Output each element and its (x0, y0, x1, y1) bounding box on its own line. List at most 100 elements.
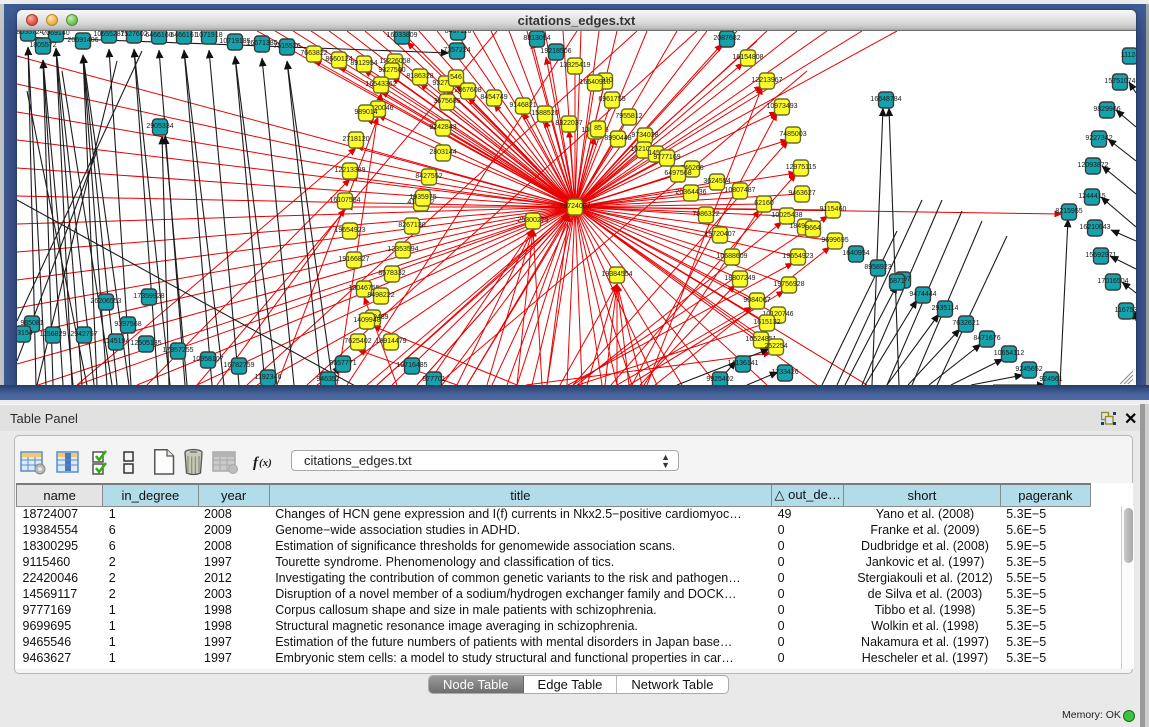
svg-text:1733426: 1733426 (771, 369, 798, 376)
svg-text:16914479: 16914479 (375, 338, 406, 345)
svg-text:1588520: 1588520 (531, 110, 558, 117)
svg-text:1244415: 1244415 (1078, 193, 1105, 200)
svg-text:19654923: 19654923 (334, 227, 365, 234)
svg-text:8912954: 8912954 (350, 60, 377, 67)
svg-text:3575685: 3575685 (433, 98, 460, 105)
svg-text:924561: 924561 (1039, 376, 1062, 383)
svg-text:3624554: 3624554 (703, 178, 730, 185)
svg-text:20691406: 20691406 (67, 37, 98, 44)
svg-text:17359928: 17359928 (133, 293, 164, 300)
svg-text:16033809: 16033809 (386, 32, 417, 39)
svg-text:9664: 9664 (805, 225, 821, 232)
svg-text:1935975: 1935975 (409, 194, 436, 201)
svg-text:9242843: 9242843 (429, 124, 456, 131)
svg-text:8990448: 8990448 (604, 135, 631, 142)
svg-text:7485003: 7485003 (779, 131, 806, 138)
svg-text:252254: 252254 (764, 343, 787, 350)
svg-text:19756928: 19756928 (773, 281, 804, 288)
svg-text:8498222: 8498222 (367, 292, 394, 299)
svg-text:1145194: 1145194 (103, 338, 130, 345)
svg-text:17957255: 17957255 (162, 347, 193, 354)
svg-text:8215955: 8215955 (1055, 208, 1082, 215)
svg-text:15720407: 15720407 (704, 231, 735, 238)
svg-text:16107554: 16107554 (329, 197, 360, 204)
svg-text:9474444: 9474444 (909, 291, 936, 298)
svg-text:85: 85 (594, 125, 602, 132)
svg-text:12353594: 12353594 (387, 246, 418, 253)
svg-text:20364436: 20364436 (675, 189, 706, 196)
svg-text:6961755: 6961755 (598, 96, 625, 103)
svg-text:9829966: 9829966 (1093, 106, 1120, 113)
svg-text:1527602: 1527602 (120, 31, 147, 38)
svg-text:12505135: 12505135 (130, 340, 161, 347)
svg-text:8958923: 8958923 (864, 264, 891, 271)
svg-text:10654112: 10654112 (994, 350, 1025, 357)
svg-text:9463627: 9463627 (788, 190, 815, 197)
svg-text:18055724: 18055724 (17, 31, 44, 36)
svg-text:18724007: 18724007 (559, 203, 590, 210)
svg-text:9084067: 9084067 (743, 297, 770, 304)
svg-text:7625402: 7625402 (344, 338, 371, 345)
svg-text:2935114: 2935114 (932, 305, 959, 312)
svg-text:25300275: 25300275 (517, 217, 548, 224)
svg-text:9245652: 9245652 (1015, 366, 1042, 373)
svg-text:877701: 877701 (422, 376, 445, 383)
svg-text:17016504: 17016504 (1097, 278, 1128, 285)
svg-text:19166827: 19166827 (338, 256, 369, 263)
svg-text:7632621: 7632621 (952, 320, 979, 327)
svg-text:18807249: 18807249 (724, 275, 755, 282)
svg-text:15692971: 15692971 (1085, 252, 1116, 259)
svg-text:(x): (x) (259, 457, 272, 469)
svg-text:16210643: 16210643 (1079, 224, 1110, 231)
svg-text:1640954: 1640954 (842, 250, 869, 257)
svg-text:1615132: 1615132 (753, 319, 780, 326)
svg-text:9397568: 9397568 (114, 321, 141, 328)
svg-text:7986322: 7986322 (692, 211, 719, 218)
svg-text:19716485: 19716485 (396, 362, 427, 369)
svg-text:16154808: 16154808 (732, 54, 763, 61)
svg-text:2718120: 2718120 (342, 136, 369, 143)
svg-text:8186328: 8186328 (406, 73, 433, 80)
svg-text:12975115: 12975115 (786, 164, 817, 171)
svg-text:6466160: 6466160 (145, 32, 172, 39)
svg-text:946352: 946352 (316, 376, 339, 383)
svg-text:14136141: 14136141 (727, 360, 758, 367)
svg-text:8660124: 8660124 (325, 56, 352, 63)
svg-text:19218506: 19218506 (540, 48, 571, 55)
svg-text:12213389: 12213389 (334, 167, 365, 174)
svg-text:9777169: 9777169 (653, 154, 680, 161)
svg-text:8471676: 8471676 (973, 335, 1000, 342)
svg-text:2867608: 2867608 (454, 87, 481, 94)
svg-text:1156829: 1156829 (40, 331, 67, 338)
svg-text:9227342: 9227342 (1085, 135, 1112, 142)
svg-text:11124: 11124 (1121, 52, 1136, 59)
svg-text:19384554: 19384554 (601, 271, 632, 278)
svg-text:10688609: 10688609 (716, 253, 747, 260)
svg-text:9657771: 9657771 (329, 360, 356, 367)
svg-text:7663822: 7663822 (300, 50, 327, 57)
svg-text:8678332: 8678332 (378, 270, 405, 277)
svg-text:1805572: 1805572 (29, 42, 56, 49)
svg-text:7515526: 7515526 (273, 43, 300, 50)
svg-text:6497568: 6497568 (664, 170, 691, 177)
svg-text:7357224: 7357224 (443, 47, 470, 54)
svg-text:2803144: 2803144 (429, 149, 456, 156)
svg-text:8813054: 8813054 (523, 35, 550, 42)
svg-text:10958107: 10958107 (192, 356, 223, 363)
svg-text:16640910: 16640910 (579, 79, 610, 86)
svg-text:12213967: 12213967 (751, 77, 782, 84)
svg-text:93154: 93154 (17, 330, 33, 337)
svg-text:15751074: 15751074 (1104, 78, 1135, 85)
svg-text:7955812: 7955812 (615, 113, 642, 120)
svg-text:19654923: 19654923 (782, 253, 813, 260)
svg-text:10973493: 10973493 (766, 103, 797, 110)
svg-text:10025438: 10025438 (771, 212, 802, 219)
svg-text:62160: 62160 (754, 200, 774, 207)
svg-text:1192346: 1192346 (255, 374, 282, 381)
svg-text:989014: 989014 (354, 109, 377, 116)
svg-text:116753: 116753 (1115, 307, 1136, 314)
svg-text:8267130: 8267130 (398, 222, 425, 229)
svg-text:8322037: 8322037 (555, 120, 582, 127)
svg-text:9115460: 9115460 (820, 206, 847, 213)
svg-text:13325419: 13325419 (559, 62, 590, 69)
